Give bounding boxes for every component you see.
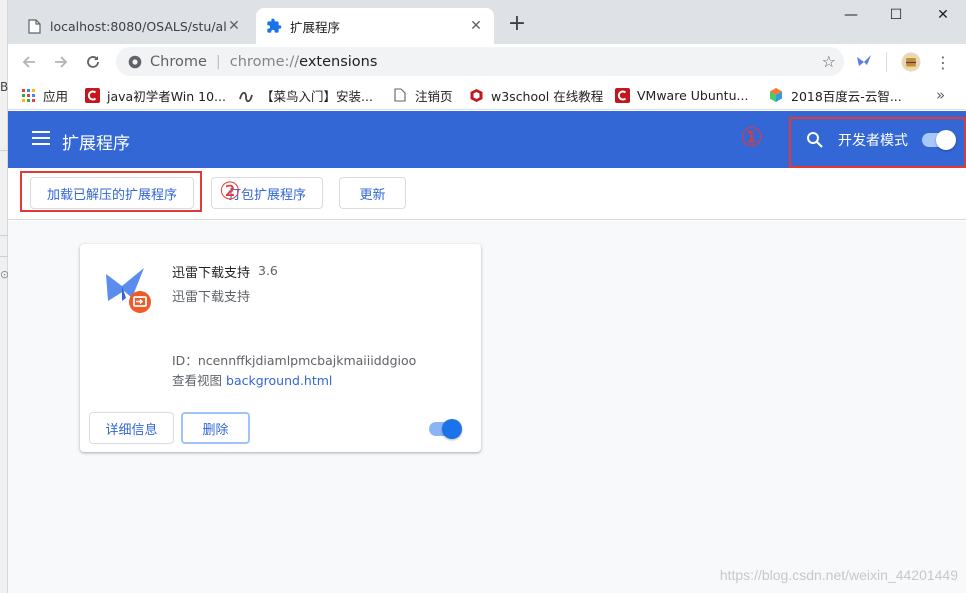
page-title: 扩展程序 bbox=[62, 134, 130, 154]
reload-icon bbox=[87, 56, 99, 68]
load-unpacked-button[interactable]: 加载已解压的扩展程序 bbox=[30, 177, 194, 209]
remove-button[interactable]: 删除 bbox=[181, 412, 250, 444]
w3school-icon bbox=[468, 87, 484, 103]
background-window-edge: B ⊙ bbox=[0, 0, 9, 593]
minimize-button[interactable]: — bbox=[836, 4, 866, 26]
tab-strip: localhost:8080/OSALS/stu/all ✕ 扩展程序 ✕ + … bbox=[8, 0, 966, 44]
bookmark-label: VMware Ubuntu... bbox=[637, 87, 749, 103]
annotation-marker-2: ② bbox=[219, 177, 241, 205]
extension-views: 查看视图 background.html bbox=[172, 370, 332, 389]
bookmark-apps[interactable]: 应用 bbox=[20, 85, 68, 105]
background-window-text: B bbox=[0, 80, 9, 94]
hamburger-menu-icon[interactable] bbox=[32, 131, 50, 147]
developer-mode-label: 开发者模式 bbox=[838, 133, 908, 149]
search-icon[interactable] bbox=[806, 131, 824, 149]
details-button[interactable]: 详细信息 bbox=[89, 412, 174, 444]
page-icon bbox=[26, 18, 42, 34]
bookmark-label: w3school 在线教程 bbox=[491, 88, 604, 104]
forward-arrow-icon bbox=[55, 56, 68, 68]
bookmark-logout[interactable]: 注销页 bbox=[392, 85, 453, 105]
puzzle-icon bbox=[266, 18, 282, 34]
bookmark-label: java初学者Win 10... bbox=[107, 88, 226, 104]
runoob-icon bbox=[238, 87, 254, 103]
bookmark-star-icon[interactable]: ☆ bbox=[822, 52, 836, 71]
new-tab-button[interactable]: + bbox=[506, 13, 528, 36]
chrome-label: Chrome bbox=[150, 53, 207, 70]
tab-localhost[interactable]: localhost:8080/OSALS/stu/all ✕ bbox=[16, 8, 252, 44]
toggle-knob bbox=[442, 419, 462, 439]
extensions-list: 迅雷下载支持 3.6 迅雷下载支持 ID：ncennffkjdiamlpmcba… bbox=[8, 221, 966, 593]
back-button[interactable] bbox=[16, 50, 42, 74]
extension-card: 迅雷下载支持 3.6 迅雷下载支持 ID：ncennffkjdiamlpmcba… bbox=[80, 244, 481, 452]
extension-version: 3.6 bbox=[258, 263, 278, 278]
extension-enable-toggle[interactable] bbox=[429, 419, 462, 439]
extension-name: 迅雷下载支持 bbox=[172, 266, 251, 281]
annotation-marker-1: ① bbox=[740, 123, 764, 153]
bookmark-baiduyun[interactable]: 2018百度云-云智... bbox=[768, 85, 902, 105]
extension-id: ID：ncennffkjdiamlpmcbajkmaiiiddgioo bbox=[172, 350, 416, 369]
reload-button[interactable] bbox=[80, 50, 106, 74]
close-window-button[interactable]: ✕ bbox=[928, 4, 958, 26]
extension-description: 迅雷下载支持 bbox=[172, 290, 251, 305]
bookmark-vmware[interactable]: VMware Ubuntu... bbox=[614, 85, 748, 105]
update-button[interactable]: 更新 bbox=[339, 177, 406, 209]
toolbar-divider bbox=[886, 52, 887, 72]
tab-close-icon[interactable]: ✕ bbox=[468, 18, 484, 34]
developer-mode-toggle[interactable] bbox=[922, 130, 956, 150]
thunder-extension-icon[interactable] bbox=[854, 52, 874, 72]
browser-toolbar: Chrome | chrome://extensions ☆ ⋮ bbox=[8, 44, 966, 80]
watermark-text: https://blog.csdn.net/weixin_44201449 bbox=[719, 567, 958, 583]
tab-close-icon[interactable]: ✕ bbox=[226, 18, 242, 34]
csdn-icon bbox=[614, 87, 630, 103]
tab-extensions[interactable]: 扩展程序 ✕ bbox=[256, 8, 494, 44]
tab-title: 扩展程序 bbox=[290, 19, 341, 35]
developer-actions-bar: 加载已解压的扩展程序 打包扩展程序 ② 更新 bbox=[8, 168, 966, 220]
page-icon bbox=[392, 87, 408, 103]
extension-id-value: ncennffkjdiamlpmcbajkmaiiiddgioo bbox=[197, 353, 417, 368]
bookmarks-overflow-button[interactable]: » bbox=[936, 85, 945, 105]
extensions-header: 扩展程序 ① 开发者模式 bbox=[8, 111, 966, 168]
profile-avatar[interactable] bbox=[901, 52, 921, 72]
kebab-menu-icon[interactable]: ⋮ bbox=[933, 52, 953, 72]
bookmarks-bar: 应用 java初学者Win 10... 【菜鸟入门】安装... 注销页 w3sc… bbox=[8, 80, 966, 110]
baiduyun-icon bbox=[768, 87, 784, 103]
bookmark-java[interactable]: java初学者Win 10... bbox=[84, 85, 226, 105]
chrome-logo-icon bbox=[128, 55, 142, 68]
address-bar[interactable]: Chrome | chrome://extensions ☆ bbox=[116, 47, 844, 76]
bookmark-w3school[interactable]: w3school 在线教程 bbox=[468, 85, 603, 105]
views-label: 查看视图 bbox=[172, 373, 223, 388]
bookmark-label: 注销页 bbox=[415, 88, 453, 104]
tab-title: localhost:8080/OSALS/stu/all bbox=[50, 18, 226, 34]
extension-id-label: ID： bbox=[172, 353, 198, 368]
bookmark-label: 应用 bbox=[43, 88, 69, 104]
chrome-window: localhost:8080/OSALS/stu/all ✕ 扩展程序 ✕ + … bbox=[8, 0, 966, 593]
background-page-link[interactable]: background.html bbox=[226, 373, 332, 388]
bookmark-label: 【菜鸟入门】安装... bbox=[261, 88, 373, 104]
url-scheme: chrome:// bbox=[229, 53, 300, 70]
bookmark-label: 2018百度云-云智... bbox=[791, 88, 902, 104]
back-arrow-icon bbox=[22, 56, 35, 68]
apps-grid-icon bbox=[20, 87, 36, 103]
forward-button[interactable] bbox=[48, 50, 74, 74]
csdn-icon bbox=[84, 87, 100, 103]
address-separator: | bbox=[215, 53, 221, 70]
maximize-button[interactable]: ☐ bbox=[881, 4, 911, 26]
thunder-extension-logo-icon bbox=[102, 264, 154, 316]
bookmark-runoob[interactable]: 【菜鸟入门】安装... bbox=[238, 85, 373, 105]
toggle-knob bbox=[936, 130, 956, 150]
url-path: extensions bbox=[299, 53, 378, 70]
